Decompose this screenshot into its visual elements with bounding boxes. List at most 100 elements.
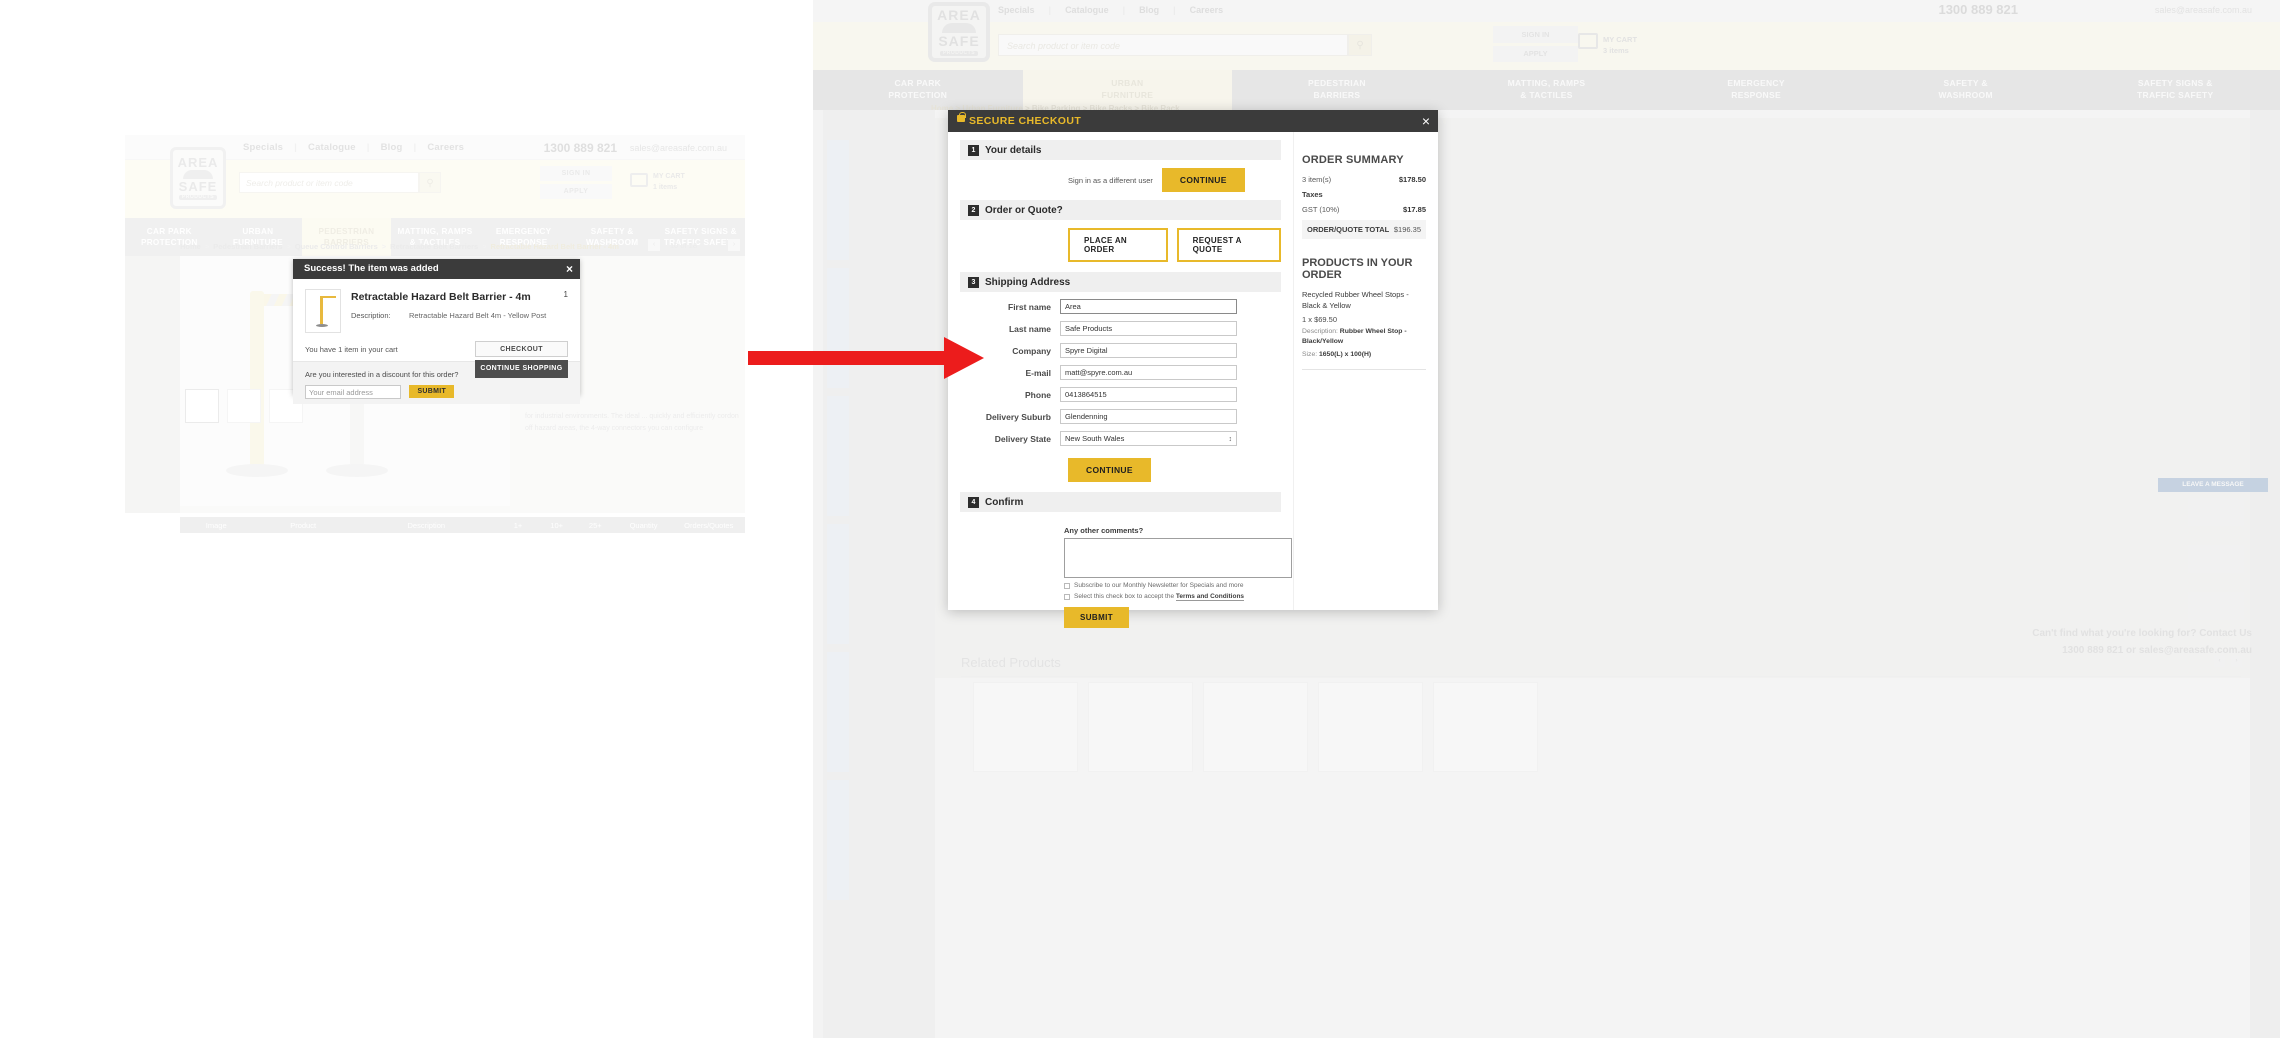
right-nav-pedestrian-barriers[interactable]: PEDESTRIANBARRIERS	[1232, 70, 1442, 110]
left-cart-count: 1 items	[653, 183, 685, 194]
checkout-modal-title: SECURE CHECKOUT	[969, 110, 1081, 132]
step-1-number: 1	[968, 145, 979, 156]
vertical-tab-6[interactable]	[827, 780, 849, 900]
left-breadcrumb[interactable]: Home>Pedestrian Barriers>Queue Control B…	[180, 242, 619, 251]
vertical-tab-5[interactable]	[827, 652, 849, 772]
terms-checkbox[interactable]	[1064, 594, 1070, 600]
right-search-input[interactable]: Search product or item code	[998, 34, 1348, 56]
left-crumb-1[interactable]: Pedestrian Barriers	[213, 242, 282, 251]
success-modal: Success! The item was added × Retractabl…	[293, 259, 580, 395]
related-product-4[interactable]	[1318, 682, 1423, 772]
left-search-input[interactable]: Search product or item code	[239, 172, 419, 193]
step-shipping-address: 3 Shipping Address	[960, 272, 1281, 292]
step-your-details: 1 Your details	[960, 140, 1281, 160]
step-1-title: Your details	[985, 145, 1042, 156]
vertical-tab-4[interactable]	[827, 524, 849, 644]
related-product-2[interactable]	[1088, 682, 1193, 772]
left-topnav-careers[interactable]: Careers	[427, 142, 464, 153]
right-nav-safety-signs[interactable]: SAFETY SIGNS &TRAFFIC SAFETY	[2070, 70, 2280, 110]
left-sign-in-button[interactable]: SIGN IN	[540, 166, 612, 181]
shipping-continue-button[interactable]: CONTINUE	[1068, 458, 1151, 482]
newsletter-checkbox-row[interactable]: Subscribe to our Monthly Newsletter for …	[1064, 582, 1281, 589]
details-continue-button[interactable]: CONTINUE	[1162, 168, 1245, 192]
vertical-tab-1[interactable]	[827, 140, 849, 260]
discount-email-input[interactable]: Your email address	[305, 385, 401, 399]
right-topnav-careers[interactable]: Careers	[1190, 5, 1224, 15]
order-items-label: 3 item(s)	[1302, 175, 1331, 184]
right-cart-icon	[1578, 33, 1598, 49]
left-topnav-catalogue[interactable]: Catalogue	[308, 142, 356, 153]
thumbnail-2[interactable]	[227, 389, 261, 423]
order-product-size-value: 1650(L) x 100(H)	[1319, 351, 1371, 358]
first-name-input[interactable]: Area	[1060, 299, 1237, 314]
discount-submit-button[interactable]: SUBMIT	[409, 385, 454, 398]
phone-input[interactable]: 0413864515	[1060, 387, 1237, 402]
related-product-3[interactable]	[1203, 682, 1308, 772]
related-prev-arrow-icon[interactable]: ‹	[2214, 656, 2225, 667]
delivery-state-select[interactable]: New South Wales ↕	[1060, 431, 1237, 446]
right-topnav-blog[interactable]: Blog	[1139, 5, 1159, 15]
close-icon[interactable]: ×	[566, 261, 573, 277]
right-top-nav[interactable]: Specials|Catalogue|Blog|Careers	[998, 5, 1237, 15]
product-base-left	[226, 464, 288, 477]
place-an-order-button[interactable]: PLACE AN ORDER	[1068, 228, 1168, 262]
left-thumbnail-strip[interactable]	[185, 389, 303, 423]
right-apply-button[interactable]: APPLY	[1493, 46, 1578, 62]
search-icon[interactable]: ⚲	[419, 172, 441, 193]
right-sign-in-button[interactable]: SIGN IN	[1493, 26, 1578, 43]
right-nav-emergency[interactable]: EMERGENCYRESPONSE	[1651, 70, 1861, 110]
left-topnav-specials[interactable]: Specials	[243, 142, 283, 153]
right-nav-matting[interactable]: MATTING, RAMPS& TACTILES	[1442, 70, 1652, 110]
right-search-icon[interactable]: ⚲	[1348, 34, 1372, 56]
continue-shopping-button[interactable]: CONTINUE SHOPPING	[475, 360, 568, 378]
thumbnail-1[interactable]	[185, 389, 219, 423]
right-vertical-tabs[interactable]	[827, 140, 849, 908]
left-cart[interactable]: MY CART 1 items	[653, 172, 685, 193]
order-total-label: ORDER/QUOTE TOTAL	[1307, 225, 1389, 234]
right-email[interactable]: sales@areasafe.com.au	[2155, 5, 2252, 15]
lock-icon	[957, 115, 965, 122]
terms-and-conditions-link[interactable]: Terms and Conditions	[1176, 593, 1244, 601]
related-products-divider	[961, 676, 2241, 681]
success-product-title: Retractable Hazard Belt Barrier - 4m	[351, 291, 568, 303]
prev-product-arrow-icon[interactable]: ‹	[648, 239, 660, 251]
left-crumb-3[interactable]: Retractable Belt Barriers	[390, 242, 478, 251]
related-product-1[interactable]	[973, 682, 1078, 772]
success-description-value: Retractable Hazard Belt 4m - Yellow Post	[409, 311, 546, 320]
left-logo[interactable]: AREA SAFE PRODUCTS	[170, 147, 226, 209]
next-product-arrow-icon[interactable]: ›	[728, 239, 740, 251]
order-total-row: ORDER/QUOTE TOTAL $196.35	[1302, 220, 1426, 239]
request-a-quote-button[interactable]: REQUEST A QUOTE	[1177, 228, 1281, 262]
checkout-form-column: 1 Your details Sign in as a different us…	[948, 132, 1293, 610]
right-logo[interactable]: AREA SAFE PRODUCTS	[928, 2, 990, 62]
related-product-5[interactable]	[1433, 682, 1538, 772]
comments-textarea[interactable]	[1064, 538, 1292, 578]
vertical-tab-3[interactable]	[827, 396, 849, 516]
close-icon[interactable]: ×	[1422, 111, 1430, 131]
left-email[interactable]: sales@areasafe.com.au	[630, 143, 727, 153]
success-description-row: Description: Retractable Hazard Belt 4m …	[351, 311, 568, 320]
company-input[interactable]: Spyre Digital	[1060, 343, 1237, 358]
left-crumb-home[interactable]: Home	[180, 242, 201, 251]
related-next-arrow-icon[interactable]: ›	[2231, 656, 2242, 667]
success-modal-body: Retractable Hazard Belt Barrier - 4m Des…	[293, 279, 580, 333]
left-apply-button[interactable]: APPLY	[540, 184, 612, 199]
right-nav-safety-washroom[interactable]: SAFETY &WASHROOM	[1861, 70, 2071, 110]
terms-checkbox-row[interactable]: Select this check box to accept the Term…	[1064, 593, 1281, 600]
right-topnav-specials[interactable]: Specials	[998, 5, 1035, 15]
left-crumb-2[interactable]: Queue Control Barriers	[295, 242, 378, 251]
leave-a-message-button[interactable]: LEAVE A MESSAGE	[2158, 478, 2268, 492]
last-name-input[interactable]: Safe Products	[1060, 321, 1237, 336]
email-input[interactable]: matt@spyre.com.au	[1060, 365, 1237, 380]
checkout-submit-button[interactable]: SUBMIT	[1064, 607, 1129, 628]
checkout-button[interactable]: CHECKOUT	[475, 341, 568, 357]
left-top-nav[interactable]: Specials|Catalogue|Blog|Careers	[243, 142, 475, 153]
th-25plus: 25+	[576, 521, 615, 530]
right-topnav-catalogue[interactable]: Catalogue	[1065, 5, 1109, 15]
success-modal-footer: Are you interested in a discount for thi…	[293, 362, 580, 404]
right-cart[interactable]: MY CART 3 items	[1603, 34, 1637, 57]
sign-in-different-user-link[interactable]: Sign in as a different user	[1068, 176, 1153, 185]
delivery-suburb-input[interactable]: Glendenning	[1060, 409, 1237, 424]
newsletter-checkbox[interactable]	[1064, 583, 1070, 589]
left-topnav-blog[interactable]: Blog	[381, 142, 403, 153]
